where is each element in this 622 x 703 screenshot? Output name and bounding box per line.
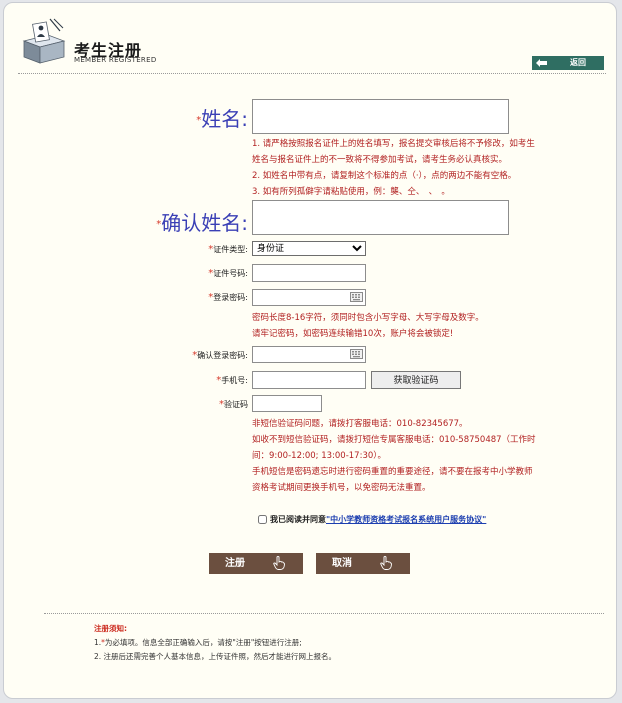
- notice-item-1: 1.*为必填项。信息全部正确输入后，请按"注册"按钮进行注册;: [94, 638, 302, 647]
- id-number-input[interactable]: [252, 264, 366, 282]
- confirm-password-input[interactable]: [252, 346, 366, 363]
- pointer-hand-icon: [380, 556, 392, 570]
- service-agreement-link[interactable]: "中小学教师资格考试报名系统用户服务协议": [326, 515, 486, 524]
- phone-label: *手机号:: [216, 375, 248, 386]
- back-button-label: 返回: [570, 58, 586, 67]
- name-input[interactable]: [252, 99, 509, 134]
- confirm-name-input[interactable]: [252, 200, 509, 235]
- cancel-button[interactable]: 取消: [316, 553, 410, 574]
- phone-input[interactable]: [252, 371, 366, 389]
- back-arrow-icon: [536, 59, 547, 67]
- id-number-label: *证件号码:: [208, 268, 248, 279]
- registration-panel: 考生注册 MEMBER REGISTERED 返回 *姓名: 1. 请严格按照报…: [3, 2, 617, 699]
- agreement-row: 我已阅读并同意"中小学教师资格考试报名系统用户服务协议": [258, 514, 486, 525]
- notice-item-2: 2. 注册后还需完善个人基本信息，上传证件照，然后才能进行网上报名。: [94, 652, 337, 661]
- code-notes: 非短信验证码问题，请拨打客服电话：010-82345677。 如收不到短信验证码…: [252, 419, 536, 493]
- ballot-box-logo-icon: [22, 18, 66, 64]
- password-notes: 密码长度8-16字符，须同时包含小写字母、大写字母及数字。 请牢记密码，如密码连…: [252, 313, 484, 339]
- name-notes: 1. 请严格按照报名证件上的姓名填写，报名提交审核后将不予修改，如考生 姓名与报…: [252, 139, 535, 197]
- keyboard-icon[interactable]: [350, 349, 363, 359]
- get-code-button[interactable]: 获取验证码: [371, 371, 461, 389]
- confirm-password-field-wrap: [252, 346, 366, 363]
- password-input[interactable]: [252, 289, 366, 306]
- notice-title: 注册须知:: [94, 624, 127, 633]
- name-label: *姓名:: [196, 107, 248, 131]
- page-subtitle: MEMBER REGISTERED: [74, 56, 157, 64]
- id-type-label: *证件类型:: [208, 244, 248, 255]
- register-button[interactable]: 注册: [209, 553, 303, 574]
- header-divider: [18, 73, 606, 74]
- code-input[interactable]: [252, 395, 322, 412]
- keyboard-icon[interactable]: [350, 292, 363, 302]
- confirm-password-label: *确认登录密码:: [192, 350, 248, 361]
- confirm-name-label: *确认姓名:: [156, 211, 248, 235]
- password-field-wrap: [252, 289, 366, 306]
- back-button[interactable]: 返回: [532, 56, 604, 70]
- footer-divider: [44, 613, 604, 614]
- pointer-hand-icon: [273, 556, 285, 570]
- registration-notice: 注册须知: 1.*为必填项。信息全部正确输入后，请按"注册"按钮进行注册; 2.…: [94, 622, 336, 664]
- agree-checkbox[interactable]: [258, 515, 267, 524]
- code-label: *验证码: [219, 399, 248, 410]
- password-label: *登录密码:: [208, 292, 248, 303]
- id-type-select[interactable]: 身份证: [252, 241, 366, 256]
